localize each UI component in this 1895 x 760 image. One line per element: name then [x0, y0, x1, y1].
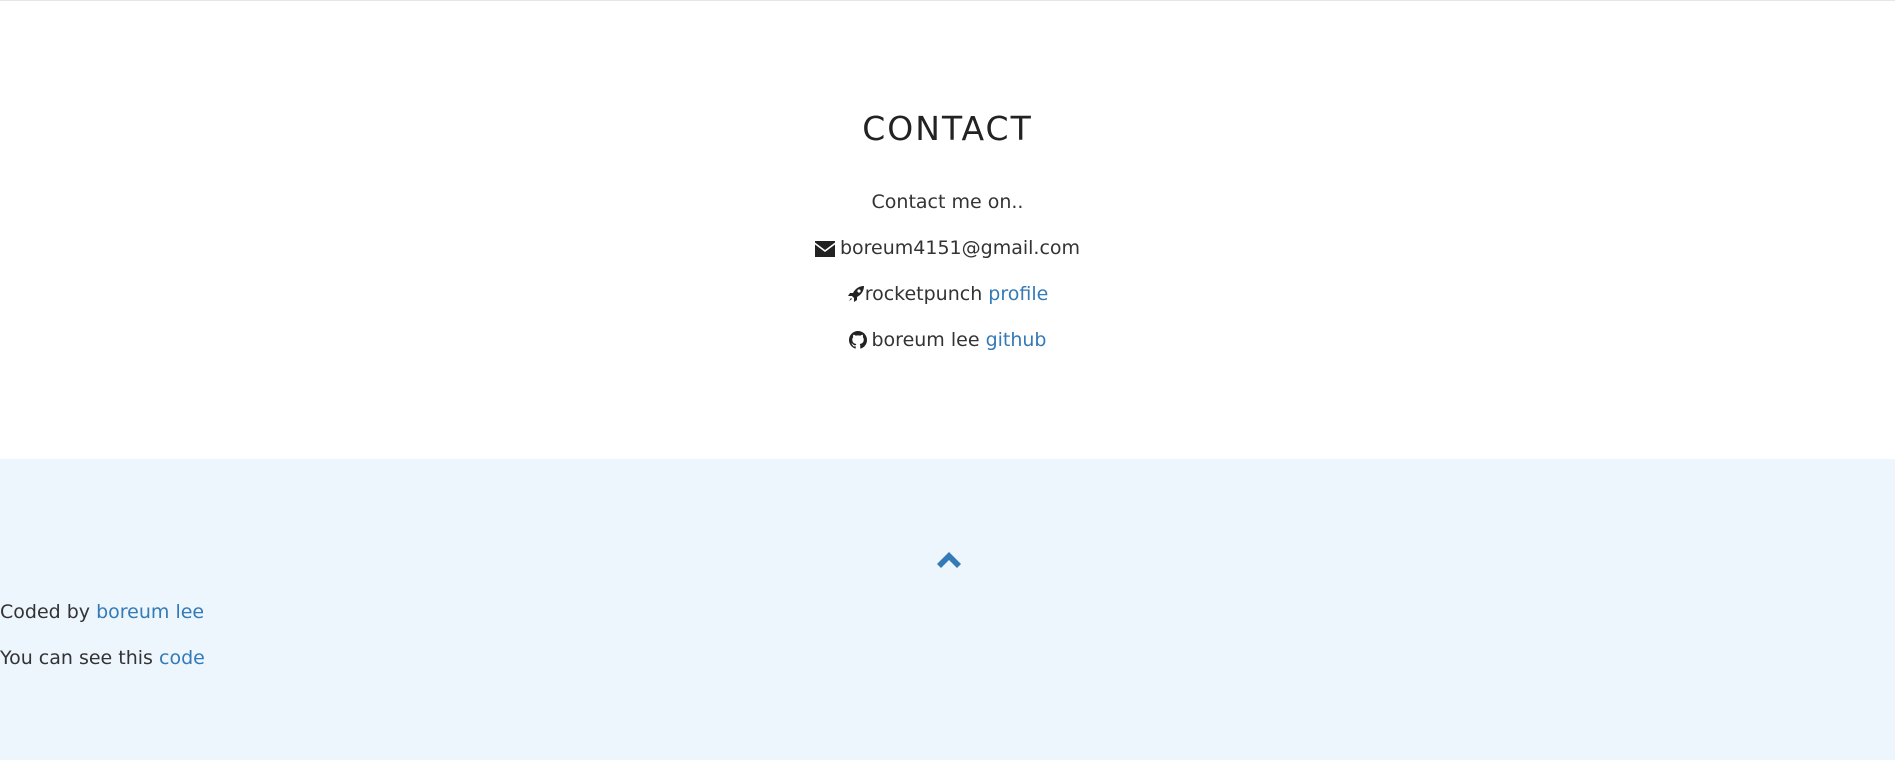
footer-credit: Coded by boreum lee: [0, 600, 1895, 624]
author-link[interactable]: boreum lee: [96, 601, 204, 623]
contact-intro: Contact me on..: [871, 191, 1024, 213]
rocketpunch-profile-link[interactable]: profile: [988, 283, 1048, 305]
contact-title: CONTACT: [862, 109, 1033, 148]
email-address: boreum4151@gmail.com: [839, 237, 1081, 259]
envelope-icon: [814, 241, 835, 257]
footer-source: You can see this code: [0, 646, 1895, 670]
contact-section: CONTACT Contact me on.. boreum4151@gmail…: [0, 1, 1895, 459]
footer-credit-prefix: Coded by: [0, 601, 97, 623]
github-link[interactable]: github: [986, 329, 1047, 351]
contact-email-row: boreum4151@gmail.com: [0, 236, 1895, 260]
github-text: boreum lee: [871, 329, 986, 351]
chevron-up-icon: [936, 552, 962, 575]
scroll-to-top-button[interactable]: [936, 549, 962, 571]
source-code-link[interactable]: code: [159, 647, 205, 669]
contact-rocketpunch-row: rocketpunch profile: [0, 282, 1895, 306]
github-icon: [848, 331, 867, 349]
rocketpunch-text: rocketpunch: [864, 283, 989, 305]
contact-github-row: boreum lee github: [0, 328, 1895, 352]
footer-source-prefix: You can see this: [0, 647, 159, 669]
rocket-icon: [847, 285, 865, 303]
